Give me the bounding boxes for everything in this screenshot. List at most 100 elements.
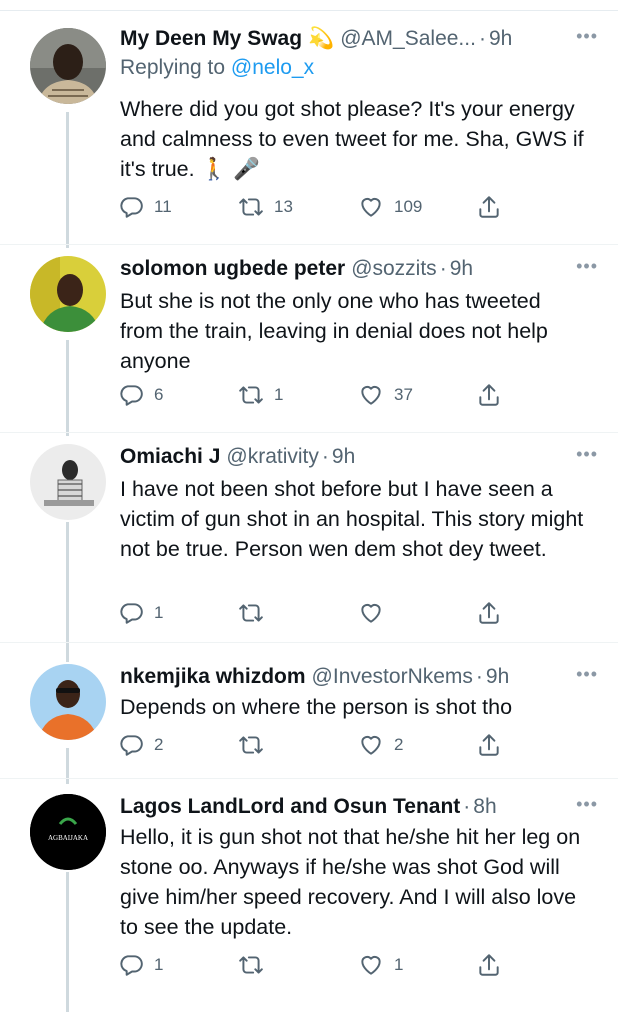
tweet-header: solomon ugbede peter @sozzits · 9h ••• xyxy=(120,256,598,281)
user-handle[interactable]: @sozzits xyxy=(351,257,437,281)
share-icon xyxy=(479,954,499,976)
reply-icon xyxy=(120,955,143,976)
divider xyxy=(0,244,618,245)
share-button[interactable] xyxy=(476,950,502,980)
timestamp[interactable]: 9h xyxy=(450,257,473,281)
user-handle[interactable]: @krativity xyxy=(226,445,319,469)
like-button[interactable] xyxy=(358,598,394,628)
replying-to: Replying to @nelo_x xyxy=(120,56,315,79)
like-button[interactable]: 109 xyxy=(358,192,422,222)
reply-count: 11 xyxy=(154,197,172,216)
retweet-icon xyxy=(239,604,263,622)
reply-button[interactable]: 2 xyxy=(118,730,163,760)
tweet-text: Hello, it is gun shot not that he/she hi… xyxy=(120,825,581,939)
share-icon xyxy=(479,384,499,406)
timestamp[interactable]: 9h xyxy=(489,27,512,51)
more-options-icon[interactable]: ••• xyxy=(576,256,598,277)
timestamp[interactable]: 9h xyxy=(486,665,509,689)
tweet-text: Where did you got shot please? It's your… xyxy=(120,97,584,181)
avatar[interactable] xyxy=(30,444,106,520)
divider xyxy=(0,432,618,433)
retweet-icon xyxy=(239,198,263,216)
timestamp[interactable]: 9h xyxy=(332,445,355,469)
tweet-text: Depends on where the person is shot tho xyxy=(120,695,513,719)
svg-text:AGBAIJAKA: AGBAIJAKA xyxy=(48,834,88,842)
display-name[interactable]: nkemjika whizdom xyxy=(120,665,306,689)
display-name[interactable]: Lagos LandLord and Osun Tenant xyxy=(120,795,460,819)
tweet[interactable]: Omiachi J @krativity · 9h ••• I have not… xyxy=(0,440,618,640)
name-emoji: 💫 xyxy=(308,27,335,50)
tweet-header: Omiachi J @krativity · 9h ••• xyxy=(120,444,598,469)
tweet[interactable]: My Deen My Swag 💫 @AM_Salee... · 9h ••• … xyxy=(0,22,618,242)
tweet-actions: 11 13 109 xyxy=(118,192,508,222)
tweet[interactable]: AGBAIJAKA Lagos LandLord and Osun Tenant… xyxy=(0,790,618,990)
reply-button[interactable]: 1 xyxy=(118,950,163,980)
reply-count: 6 xyxy=(154,385,164,404)
retweet-button[interactable] xyxy=(238,598,274,628)
divider xyxy=(0,642,618,643)
like-count: 109 xyxy=(394,197,423,216)
more-options-icon[interactable]: ••• xyxy=(576,794,598,815)
retweet-button[interactable] xyxy=(238,730,274,760)
like-count: 37 xyxy=(394,385,413,404)
share-button[interactable] xyxy=(476,192,502,222)
tweet-actions: 2 2 xyxy=(118,730,508,760)
retweet-button[interactable]: 1 xyxy=(238,380,283,410)
display-name[interactable]: My Deen My Swag xyxy=(120,27,302,51)
share-button[interactable] xyxy=(476,380,502,410)
display-name[interactable]: solomon ugbede peter xyxy=(120,257,345,281)
retweet-count: 13 xyxy=(274,197,293,216)
like-icon xyxy=(361,735,381,755)
retweet-icon xyxy=(239,386,263,404)
retweet-count: 1 xyxy=(274,385,284,404)
timestamp[interactable]: 8h xyxy=(473,795,496,819)
tweet-header: My Deen My Swag 💫 @AM_Salee... · 9h ••• xyxy=(120,26,598,51)
like-icon xyxy=(361,603,381,623)
reply-icon xyxy=(120,197,143,218)
share-button[interactable] xyxy=(476,598,502,628)
share-icon xyxy=(479,602,499,624)
like-button[interactable]: 1 xyxy=(358,950,403,980)
more-options-icon[interactable]: ••• xyxy=(576,664,598,685)
reply-icon xyxy=(120,385,143,406)
tweet-header: nkemjika whizdom @InvestorNkems · 9h ••• xyxy=(120,664,598,689)
top-divider xyxy=(0,0,618,11)
tweet-actions: 1 xyxy=(118,598,508,628)
tweet-header: Lagos LandLord and Osun Tenant · 8h ••• xyxy=(120,794,598,819)
divider xyxy=(0,778,618,779)
reply-button[interactable]: 6 xyxy=(118,380,163,410)
display-name[interactable]: Omiachi J xyxy=(120,445,220,469)
like-icon xyxy=(361,197,381,217)
reply-button[interactable]: 1 xyxy=(118,598,163,628)
like-count: 1 xyxy=(394,955,404,974)
reply-icon xyxy=(120,603,143,624)
avatar[interactable] xyxy=(30,256,106,332)
retweet-button[interactable]: 13 xyxy=(238,192,293,222)
avatar[interactable] xyxy=(30,28,106,104)
share-icon xyxy=(479,196,499,218)
reply-icon xyxy=(120,735,143,756)
more-options-icon[interactable]: ••• xyxy=(576,26,598,47)
tweet-actions: 6 1 37 xyxy=(118,380,508,410)
share-button[interactable] xyxy=(476,730,502,760)
mention-link[interactable]: @nelo_x xyxy=(231,56,314,79)
reply-count: 2 xyxy=(154,735,164,754)
user-handle[interactable]: @InvestorNkems xyxy=(312,665,473,689)
more-options-icon[interactable]: ••• xyxy=(576,444,598,465)
tweet[interactable]: solomon ugbede peter @sozzits · 9h ••• B… xyxy=(0,252,618,432)
like-button[interactable]: 37 xyxy=(358,380,413,410)
avatar[interactable] xyxy=(30,664,106,740)
user-handle[interactable]: @AM_Salee... xyxy=(340,27,476,51)
like-button[interactable]: 2 xyxy=(358,730,403,760)
retweet-button[interactable] xyxy=(238,950,274,980)
tweet-text: But she is not the only one who has twee… xyxy=(120,289,548,373)
tweet-actions: 1 1 xyxy=(118,950,508,980)
retweet-icon xyxy=(239,736,263,754)
tweet[interactable]: nkemjika whizdom @InvestorNkems · 9h •••… xyxy=(0,660,618,780)
reply-button[interactable]: 11 xyxy=(118,192,172,222)
retweet-icon xyxy=(239,956,263,974)
reply-count: 1 xyxy=(154,603,164,622)
like-count: 2 xyxy=(394,735,404,754)
like-icon xyxy=(361,385,381,405)
avatar[interactable]: AGBAIJAKA xyxy=(30,794,106,870)
